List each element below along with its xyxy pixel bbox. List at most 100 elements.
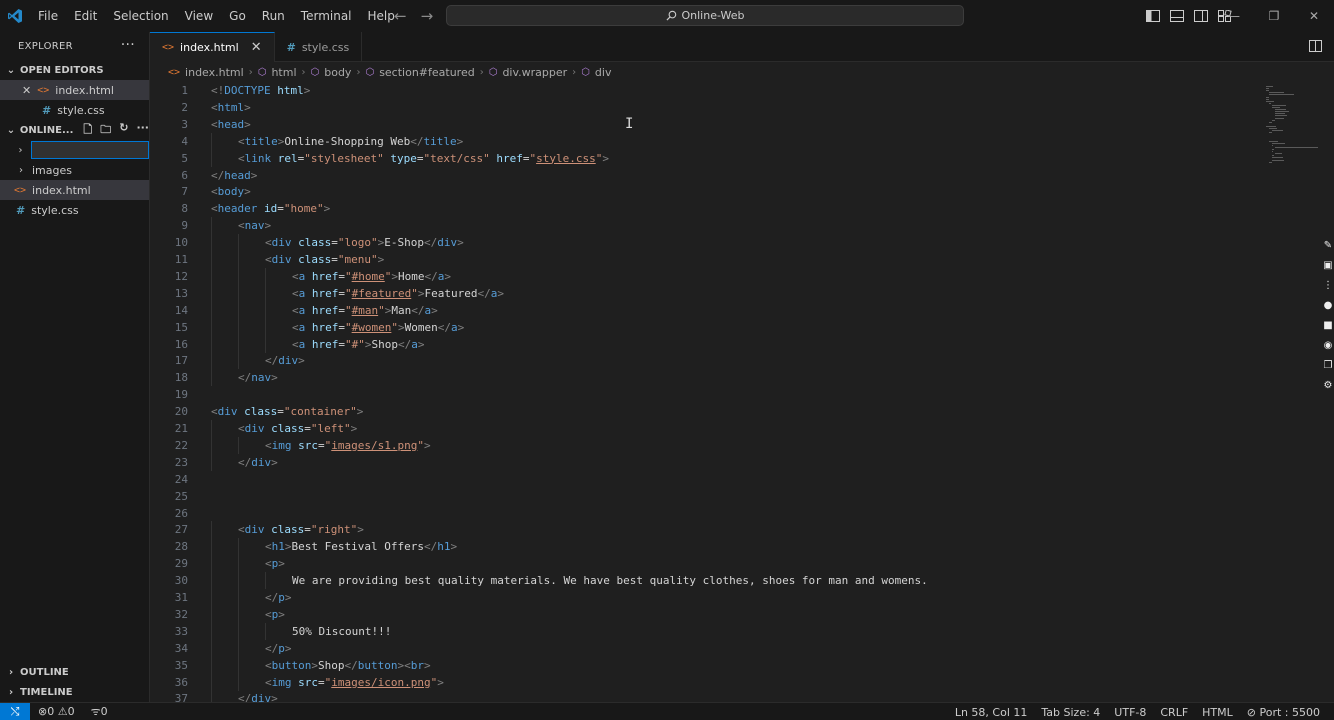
mic-icon[interactable]: ●: [1324, 300, 1333, 311]
menu-go[interactable]: Go: [221, 9, 254, 23]
code-line[interactable]: 31 </p>: [150, 589, 1250, 606]
timeline-section[interactable]: › TIMELINE: [0, 682, 150, 702]
video-icon[interactable]: ■: [1323, 320, 1332, 331]
code-line[interactable]: 28 <h1>Best Festival Offers</h1>: [150, 538, 1250, 556]
code-line[interactable]: 32 <p>: [150, 605, 1250, 623]
open-editor-item[interactable]: # style.css: [0, 100, 149, 120]
end-of-line[interactable]: CRLF: [1160, 706, 1188, 719]
code-line[interactable]: 24: [150, 471, 1250, 488]
code-line[interactable]: 37 </div>: [150, 690, 1250, 702]
collapse-all-icon[interactable]: ···: [136, 121, 149, 140]
code-line[interactable]: 13 <a href="#featured">Featured</a>: [150, 284, 1250, 302]
code-line[interactable]: 15 <a href="#women">Women</a>: [150, 318, 1250, 336]
rename-input[interactable]: [31, 141, 149, 159]
code-line[interactable]: 16 <a href="#">Shop</a>: [150, 335, 1250, 353]
close-window-icon[interactable]: ✕: [1294, 9, 1334, 23]
close-icon[interactable]: ✕: [22, 84, 31, 97]
code-editor[interactable]: 1 <!DOCTYPE html> 2 <html> 3 <head> 4 <title>On…: [150, 82, 1260, 702]
code-line[interactable]: 29 <p>: [150, 555, 1250, 573]
code-line[interactable]: 8 <header id="home">: [150, 200, 1250, 217]
code-line[interactable]: 36 <img src="images/icon.png">: [150, 673, 1250, 691]
new-folder-row[interactable]: ›: [0, 140, 149, 160]
breadcrumb-item[interactable]: html: [271, 66, 296, 79]
code-line[interactable]: 9 <nav>: [150, 217, 1250, 235]
code-text: <a href="#women">Women</a>: [292, 319, 464, 336]
folder-section[interactable]: ⌄ ONLINE... 🗋 🗀 ↻ ···: [0, 120, 149, 140]
language-mode[interactable]: HTML: [1202, 706, 1233, 719]
code-line[interactable]: 20 <div class="container">: [150, 403, 1250, 420]
breadcrumb-item[interactable]: body: [324, 66, 351, 79]
breadcrumb-item[interactable]: div: [595, 66, 612, 79]
code-token: </: [424, 236, 438, 250]
code-line[interactable]: 12 <a href="#home">Home</a>: [150, 267, 1250, 285]
tab-style-css[interactable]: # style.css: [275, 32, 363, 62]
code-line[interactable]: 26: [150, 505, 1250, 522]
open-editor-item[interactable]: ✕ <> index.html: [0, 80, 149, 100]
more-icon[interactable]: ⋮: [1323, 280, 1333, 291]
code-line[interactable]: 21 <div class="left">: [150, 420, 1250, 437]
new-folder-icon[interactable]: 🗀: [100, 121, 111, 140]
ports-indicator[interactable]: ᯤ0: [91, 704, 108, 719]
menu-edit[interactable]: Edit: [66, 9, 105, 23]
tree-item-images[interactable]: › images: [0, 160, 149, 180]
code-line[interactable]: 27 <div class="right">: [150, 521, 1250, 539]
code-line[interactable]: 1 <!DOCTYPE html>: [150, 82, 1250, 99]
code-line[interactable]: 19: [150, 386, 1250, 403]
live-server-port[interactable]: ⊘ Port : 5500: [1247, 706, 1320, 719]
more-actions-icon[interactable]: ···: [121, 37, 135, 53]
copy-icon[interactable]: ❐: [1324, 360, 1333, 371]
menu-run[interactable]: Run: [254, 9, 293, 23]
open-editors-section[interactable]: ⌄ OPEN EDITORS: [0, 60, 149, 80]
settings-gear-icon[interactable]: ⚙: [1324, 380, 1333, 391]
problems-indicator[interactable]: ⊗0 ⚠0: [38, 705, 75, 718]
breadcrumb-item[interactable]: div.wrapper: [502, 66, 567, 79]
code-line[interactable]: 14 <a href="#man">Man</a>: [150, 301, 1250, 319]
new-file-icon[interactable]: 🗋: [83, 121, 92, 140]
code-line[interactable]: 22 <img src="images/s1.png">: [150, 436, 1250, 454]
code-line[interactable]: 3 <head>: [150, 116, 1250, 133]
outline-section[interactable]: › OUTLINE: [0, 662, 150, 682]
code-line[interactable]: 11 <div class="menu">: [150, 251, 1250, 268]
code-line[interactable]: 10 <div class="logo">E-Shop</div>: [150, 234, 1250, 252]
code-line[interactable]: 34 </p>: [150, 639, 1250, 657]
record-icon[interactable]: ◉: [1324, 340, 1333, 351]
back-arrow-icon[interactable]: ←: [394, 7, 407, 25]
code-line[interactable]: 4 <title>Online-Shopping Web</title>: [150, 132, 1250, 150]
forward-arrow-icon[interactable]: →: [421, 7, 434, 25]
command-center-search[interactable]: Online-Web: [446, 5, 964, 26]
code-line[interactable]: 33 50% Discount!!!: [150, 622, 1250, 640]
code-line[interactable]: 23 </div>: [150, 453, 1250, 471]
close-tab-icon[interactable]: ✕: [251, 40, 262, 55]
code-line[interactable]: 17 </div>: [150, 352, 1250, 370]
pin-icon[interactable]: ✎: [1324, 240, 1332, 251]
menu-selection[interactable]: Selection: [105, 9, 176, 23]
code-line[interactable]: 35 <button>Shop</button><br>: [150, 656, 1250, 674]
camera-icon[interactable]: ▣: [1323, 260, 1332, 271]
toggle-secondary-sidebar-icon[interactable]: [1194, 10, 1208, 22]
toggle-panel-icon[interactable]: [1170, 10, 1184, 22]
code-line[interactable]: 7 <body>: [150, 183, 1250, 200]
encoding[interactable]: UTF-8: [1114, 706, 1146, 719]
code-line[interactable]: 5 <link rel="stylesheet" type="text/css" …: [150, 149, 1250, 167]
menu-terminal[interactable]: Terminal: [293, 9, 360, 23]
code-line[interactable]: 30 We are providing best quality material…: [150, 572, 1250, 590]
remote-indicator-icon[interactable]: ⤭: [0, 702, 30, 720]
cursor-position[interactable]: Ln 58, Col 11: [955, 706, 1028, 719]
code-line[interactable]: 2 <html>: [150, 99, 1250, 116]
code-line[interactable]: 18 </nav>: [150, 369, 1250, 387]
refresh-icon[interactable]: ↻: [119, 121, 128, 140]
tree-item-style-css[interactable]: # style.css: [0, 200, 149, 220]
breadcrumb-item[interactable]: section#featured: [379, 66, 475, 79]
split-editor-icon[interactable]: [1309, 40, 1322, 55]
breadcrumb-item[interactable]: index.html: [185, 66, 244, 79]
minimize-icon[interactable]: —: [1214, 9, 1254, 23]
menu-file[interactable]: File: [30, 9, 66, 23]
tree-item-index-html[interactable]: <> index.html: [0, 180, 149, 200]
code-line[interactable]: 6 </head>: [150, 167, 1250, 184]
restore-icon[interactable]: ❐: [1254, 9, 1294, 23]
menu-view[interactable]: View: [177, 9, 221, 23]
toggle-primary-sidebar-icon[interactable]: [1146, 10, 1160, 22]
tab-index-html[interactable]: <> index.html ✕: [150, 32, 275, 62]
tab-size[interactable]: Tab Size: 4: [1041, 706, 1100, 719]
code-line[interactable]: 25: [150, 488, 1250, 505]
